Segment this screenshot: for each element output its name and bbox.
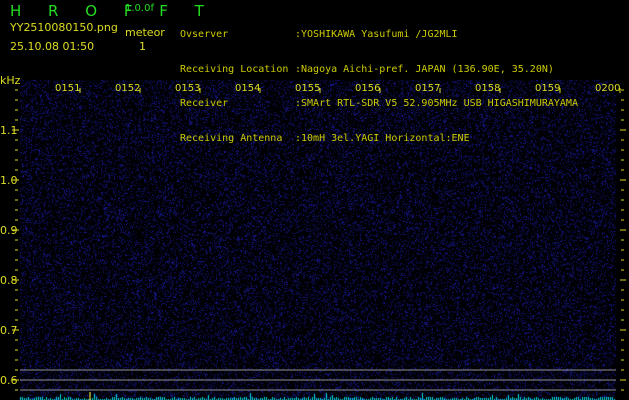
info-value: :10mH 3el.YAGI Horizontal:ENE <box>295 132 470 144</box>
y-tick-label: 0.7 <box>0 324 18 337</box>
y-tick-label: 1.0 <box>0 174 18 187</box>
meteor-count: 1 <box>139 40 146 53</box>
info-label: Receiver <box>180 98 229 109</box>
y-tick-label: 1.1 <box>0 124 18 137</box>
info-label: Ovserver <box>180 29 229 40</box>
datetime: 25.10.08 01:50 <box>10 40 95 53</box>
filename: YY2510080150.png <box>10 21 118 34</box>
version: 1.0.0f <box>125 3 154 14</box>
info-label: Receiving Antenna <box>180 132 283 144</box>
y-axis-label: kHz <box>0 74 21 87</box>
meteor-label: meteor <box>125 26 165 39</box>
info-labels: Ovserver Receiving Location Receiver Rec… <box>180 6 288 156</box>
x-tick-label: 0200 <box>595 83 620 94</box>
y-tick-label: 0.6 <box>0 374 18 387</box>
y-tick-label: 0.9 <box>0 224 18 237</box>
info-label: Receiving Location <box>180 63 289 75</box>
info-value: :Nagoya Aichi-pref. JAPAN (136.90E, 35.2… <box>295 63 554 75</box>
x-tick-label: 0151 <box>55 83 80 94</box>
info-values: :YOSHIKAWA Yasufumi /JG2MLI :Nagoya Aich… <box>295 6 578 156</box>
info-value: :YOSHIKAWA Yasufumi /JG2MLI <box>295 29 458 40</box>
info-value: :SMArt RTL-SDR V5 52.905MHz USB HIGASHIM… <box>295 98 578 109</box>
y-tick-label: 0.8 <box>0 274 18 287</box>
x-tick-label: 0152 <box>115 83 140 94</box>
